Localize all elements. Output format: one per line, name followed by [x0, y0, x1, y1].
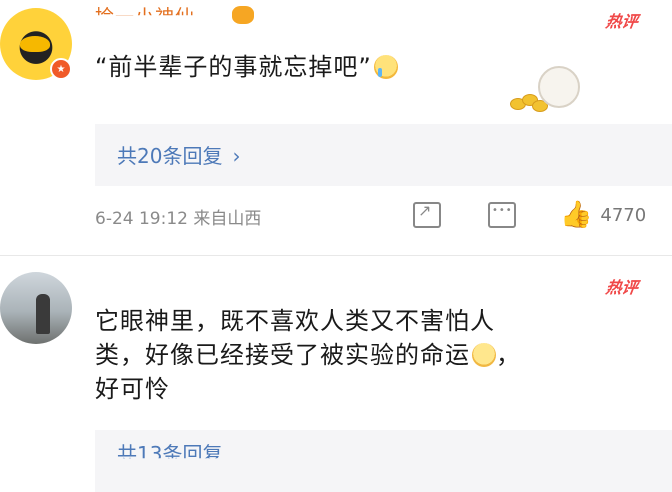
hot-comment-tag: 热评: [604, 278, 640, 297]
comment-text-line: 好可怜: [95, 375, 170, 403]
vip-crown-icon: [232, 6, 254, 24]
share-button[interactable]: [413, 200, 441, 230]
view-replies-link[interactable]: 共13条回复: [117, 438, 223, 466]
username[interactable]: 捡一小神仙: [95, 2, 195, 15]
comment-1: ★ 捡一小神仙 热评 “前半辈子的事就忘掉吧” 共20条回复 › 6-24 19:…: [0, 0, 672, 256]
comment-text: 它眼神里，既不喜欢人类又不害怕人 类，好像已经接受了被实验的命运 ， 好可怜: [95, 304, 615, 406]
pitiful-emoji-icon: [472, 343, 496, 367]
comment-text-segment: 类，好像已经接受了被实验的命运: [95, 341, 470, 369]
reply-button[interactable]: [488, 200, 516, 230]
comment-text-line: 类，好像已经接受了被实验的命运 ，: [95, 338, 615, 372]
comment-text: “前半辈子的事就忘掉吧”: [95, 50, 398, 84]
reply-thread-box[interactable]: 共13条回复: [95, 430, 672, 492]
lucky-bun-sticker-icon: [510, 64, 580, 112]
hot-comment-tag: 热评: [604, 12, 640, 31]
comment-2: 热评 它眼神里，既不喜欢人类又不害怕人 类，好像已经接受了被实验的命运 ， 好可怜…: [0, 262, 672, 492]
crying-emoji-icon: [373, 55, 398, 79]
reply-thread-box[interactable]: 共20条回复 ›: [95, 124, 672, 186]
reply-count-label: 共20条回复: [117, 144, 223, 168]
avatar[interactable]: [0, 272, 72, 344]
comment-text-segment: ，: [496, 341, 521, 369]
comment-meta: 6-24 19:12 来自山西: [95, 204, 261, 229]
thumbs-up-icon: 👍: [560, 200, 593, 230]
share-icon: [413, 201, 441, 228]
like-button[interactable]: 👍 4770: [560, 200, 646, 230]
verified-badge-icon: ★: [50, 58, 72, 80]
comment-icon: [488, 202, 516, 228]
divider: [0, 255, 672, 256]
timestamp: 6-24 19:12: [95, 209, 188, 229]
chevron-right-icon: ›: [232, 144, 241, 168]
view-replies-link[interactable]: 共20条回复 ›: [117, 140, 240, 169]
like-count: 4770: [600, 204, 647, 226]
comment-text-line: 它眼神里，既不喜欢人类又不害怕人: [95, 307, 495, 335]
location-source: 来自山西: [193, 209, 262, 229]
reply-count-label: 共13条回复: [117, 442, 223, 466]
comment-text-content: “前半辈子的事就忘掉吧”: [95, 53, 372, 81]
